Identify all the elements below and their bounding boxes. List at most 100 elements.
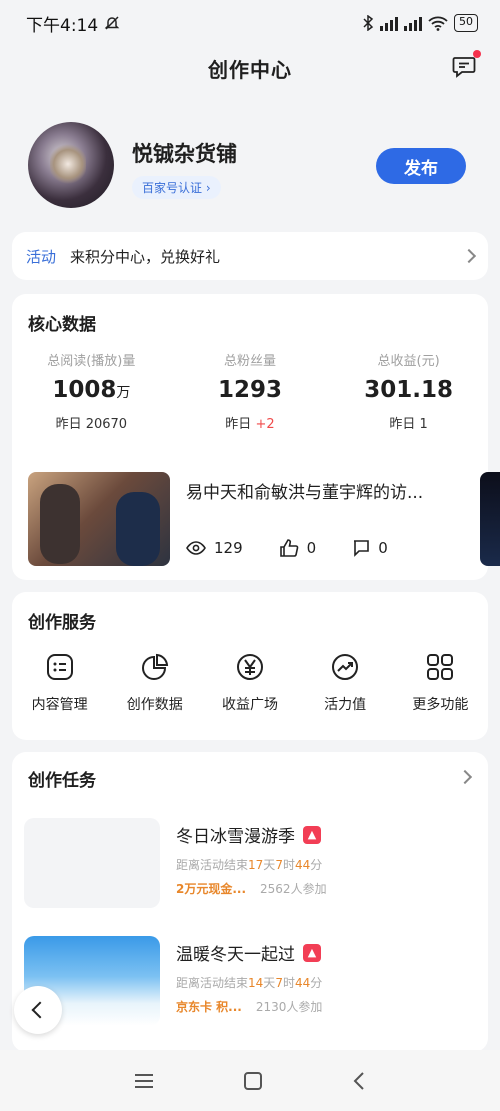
home-icon[interactable]: [243, 1071, 263, 1091]
menu-icon[interactable]: [134, 1073, 154, 1089]
task-name-row: 温暖冬天一起过 ▲: [176, 940, 321, 965]
countdown-prefix: 距离活动结束: [176, 858, 249, 872]
task-thumbnail: [24, 818, 160, 908]
status-bar: 下午4:14 50: [0, 0, 500, 46]
task-item[interactable]: 冬日冰雪漫游季 ▲ 距离活动结束17天7时44分 2万元现金... 2562人参加: [24, 818, 474, 908]
battery-icon: 50: [454, 14, 478, 32]
stat-total-reads[interactable]: 总阅读(播放)量 1008万 昨日 20670: [12, 350, 171, 432]
trend-icon: [332, 654, 359, 680]
bluetooth-icon: [363, 15, 374, 31]
chevron-right-icon: [461, 248, 477, 264]
signal-icon: [404, 15, 422, 31]
stat-label: 总粉丝量: [223, 354, 276, 369]
profile-section: 悦铖杂货铺 百家号认证 › 发布: [28, 122, 472, 216]
views-metric: 129: [186, 539, 243, 557]
core-data-card: 核心数据 总阅读(播放)量 1008万 昨日 20670 总粉丝量 1293 昨…: [12, 294, 500, 580]
countdown-hours: 7: [275, 858, 283, 872]
service-vitality[interactable]: 活力值: [298, 652, 393, 714]
service-creation-data[interactable]: 创作数据: [107, 652, 202, 714]
page-title: 创作中心: [208, 57, 292, 82]
service-more[interactable]: 更多功能: [393, 652, 488, 714]
task-meta: 2万元现金... 2562人参加: [176, 880, 327, 897]
task-name: 温暖冬天一起过: [176, 945, 295, 965]
countdown-days: 17: [248, 858, 264, 872]
comment-icon: [354, 540, 369, 557]
list-icon: [46, 654, 73, 680]
thumbs-up-icon: [279, 539, 298, 557]
task-countdown: 距离活动结束14天7时44分: [176, 976, 323, 990]
message-icon[interactable]: [452, 56, 476, 78]
video-thumbnail[interactable]: [28, 472, 170, 566]
countdown-hours: 7: [275, 976, 283, 990]
mute-bell-icon: [104, 16, 120, 30]
back-button[interactable]: [14, 986, 62, 1034]
task-participants: 2130人参加: [255, 1000, 323, 1014]
unread-dot: [473, 50, 481, 58]
chevron-right-icon[interactable]: [457, 769, 473, 785]
stat-yesterday-row: 昨日 +2: [171, 413, 330, 432]
views-count: 129: [214, 539, 243, 557]
signal-icon: [380, 15, 398, 31]
hot-badge-icon: ▲: [303, 825, 321, 844]
services-grid: 内容管理 创作数据 收益广场 活力值 更多功能: [12, 652, 488, 714]
service-label: 创作数据: [126, 697, 183, 713]
stat-value: 1008万: [12, 377, 171, 403]
stat-yesterday: 昨日: [225, 417, 256, 432]
system-nav-bar: [0, 1050, 500, 1111]
wifi-icon: [428, 16, 448, 31]
stat-value: 1293: [217, 377, 282, 403]
countdown-prefix: 距离活动结束: [176, 976, 249, 990]
services-card: 创作服务 内容管理 创作数据 收益广场 活力值 更多功能: [12, 592, 488, 740]
stat-number: 1008: [52, 377, 117, 403]
task-meta: 京东卡 积... 2130人参加: [176, 998, 322, 1015]
countdown-mins: 44: [294, 976, 311, 990]
status-time: 下午4:14: [26, 15, 99, 36]
verify-badge[interactable]: 百家号认证 ›: [132, 176, 221, 199]
account-name[interactable]: 悦铖杂货铺: [132, 138, 237, 168]
service-label: 更多功能: [412, 697, 469, 713]
service-income-plaza[interactable]: 收益广场: [202, 652, 297, 714]
task-name: 冬日冰雪漫游季: [176, 827, 295, 847]
video-title[interactable]: 易中天和俞敏洪与董宇辉的访...: [186, 478, 452, 503]
stat-yesterday: 昨日 1: [389, 417, 428, 432]
next-video-peek[interactable]: [480, 472, 500, 566]
stat-label: 总收益(元): [377, 354, 440, 369]
publish-button[interactable]: 发布: [376, 148, 466, 184]
likes-count: 0: [306, 539, 317, 557]
recent-video-item[interactable]: 易中天和俞敏洪与董宇辉的访... 129 0 0: [28, 472, 500, 568]
eye-icon: [186, 541, 206, 555]
stat-delta: +2: [255, 417, 275, 432]
likes-metric: 0: [279, 538, 317, 558]
avatar[interactable]: [28, 122, 114, 208]
pie-chart-icon: [141, 653, 168, 680]
task-participants: 2562人参加: [260, 882, 327, 896]
task-name-row: 冬日冰雪漫游季 ▲: [176, 822, 321, 847]
services-title: 创作服务: [28, 613, 96, 633]
service-content-management[interactable]: 内容管理: [12, 652, 107, 714]
grid-icon: [427, 654, 454, 680]
activity-tag: 活动: [26, 247, 57, 266]
stat-total-fans[interactable]: 总粉丝量 1293 昨日 +2: [171, 350, 330, 432]
activity-banner[interactable]: 活动 来积分中心，兑换好礼: [12, 232, 488, 280]
task-reward: 2万元现金...: [176, 882, 247, 896]
activity-text: 来积分中心，兑换好礼: [70, 247, 221, 266]
task-item[interactable]: 温暖冬天一起过 ▲ 距离活动结束14天7时44分 京东卡 积... 2130人参加: [24, 936, 474, 1026]
countdown-days: 14: [248, 976, 264, 990]
stat-total-income[interactable]: 总收益(元) 301.18 昨日 1: [329, 350, 488, 432]
video-metrics: 129 0 0: [186, 538, 424, 558]
comments-count: 0: [378, 539, 388, 557]
tasks-card: 创作任务 冬日冰雪漫游季 ▲ 距离活动结束17天7时44分 2万元现金... 256…: [12, 752, 488, 1052]
back-nav-icon[interactable]: [352, 1071, 366, 1091]
stat-yesterday: 昨日 20670: [55, 417, 128, 432]
service-label: 收益广场: [221, 697, 278, 713]
tasks-title: 创作任务: [28, 771, 96, 791]
task-countdown: 距离活动结束17天7时44分: [176, 858, 323, 872]
core-data-title: 核心数据: [28, 315, 96, 335]
stat-label: 总阅读(播放)量: [47, 354, 136, 369]
comments-metric: 0: [352, 539, 388, 557]
service-label: 内容管理: [31, 697, 88, 713]
task-reward: 京东卡 积...: [176, 1000, 242, 1014]
chevron-left-icon: [31, 1001, 49, 1019]
hot-badge-icon: ▲: [303, 943, 321, 962]
service-label: 活力值: [324, 697, 367, 713]
